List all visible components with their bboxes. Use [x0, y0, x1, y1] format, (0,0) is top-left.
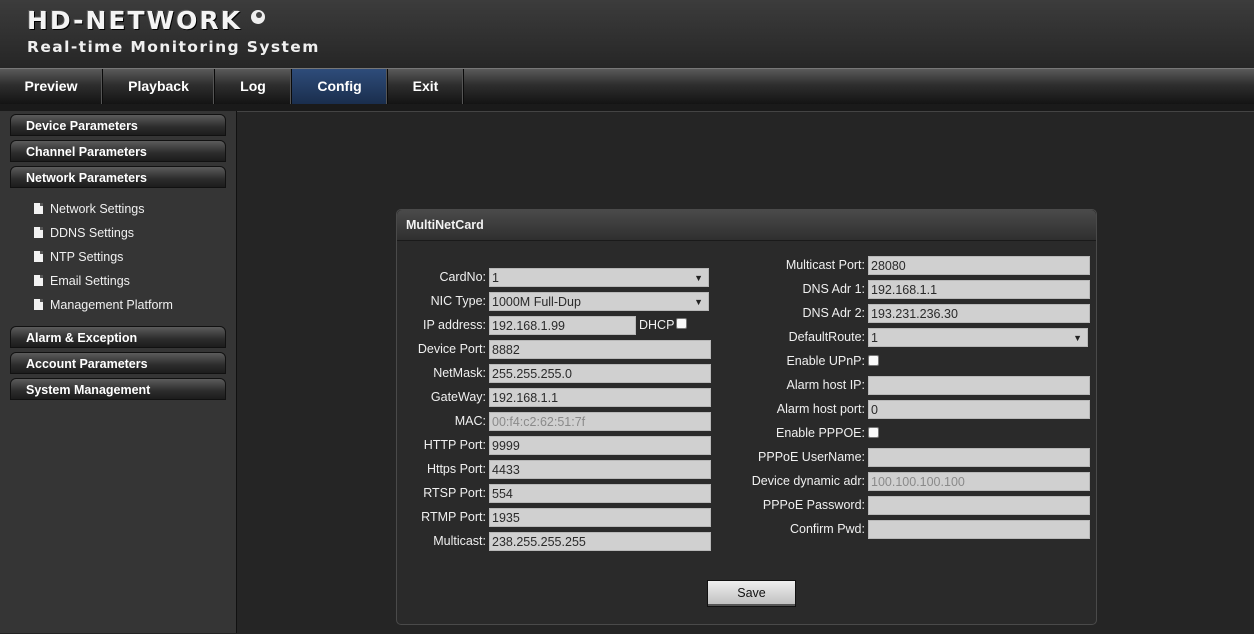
default-route-select[interactable]: 1	[868, 328, 1088, 347]
multicast-input[interactable]: 238.255.255.255	[489, 532, 711, 551]
pppoe-label: Enable PPPOE:	[776, 426, 865, 440]
alarm-host-ip-label: Alarm host IP:	[786, 378, 866, 392]
pppoe-password-label: PPPoE Password:	[762, 498, 865, 512]
sidebar-item-ddns-settings[interactable]: DDNS Settings	[34, 224, 134, 242]
app-subtitle: Real-time Monitoring System	[27, 38, 320, 56]
nav-exit[interactable]: Exit	[388, 69, 464, 104]
upnp-label: Enable UPnP:	[786, 354, 865, 368]
document-icon	[34, 251, 43, 262]
panel-title: MultiNetCard	[397, 210, 1096, 241]
cardno-select[interactable]: 1	[489, 268, 709, 287]
logo: HD-NETWORK	[27, 6, 243, 35]
mac-input: 00:f4:c2:62:51:7f	[489, 412, 711, 431]
rtmp-port-input[interactable]: 1935	[489, 508, 711, 527]
device-dynamic-adr-label: Device dynamic adr:	[751, 474, 865, 488]
sidebar-item-label: Management Platform	[50, 298, 173, 312]
nictype-label: NIC Type:	[430, 294, 486, 308]
multicast-port-input[interactable]: 28080	[868, 256, 1090, 275]
device-port-label: Device Port:	[417, 342, 486, 356]
alarm-host-port-label: Alarm host port:	[776, 402, 865, 416]
http-port-label: HTTP Port:	[423, 438, 486, 452]
nav-playback[interactable]: Playback	[103, 69, 215, 104]
sidebar-device-parameters[interactable]: Device Parameters	[10, 114, 226, 136]
multicast-port-label: Multicast Port:	[785, 258, 865, 272]
sidebar-item-email-settings[interactable]: Email Settings	[34, 272, 130, 290]
sidebar-network-parameters[interactable]: Network Parameters	[10, 166, 226, 188]
multicast-label: Multicast:	[433, 534, 486, 548]
pppoe-checkbox[interactable]	[868, 427, 879, 438]
mac-label: MAC:	[454, 414, 486, 428]
nav-config[interactable]: Config	[292, 69, 388, 104]
rtsp-port-label: RTSP Port:	[423, 486, 486, 500]
app-header: HD-NETWORK Real-time Monitoring System	[0, 0, 1254, 68]
sidebar-item-network-settings[interactable]: Network Settings	[34, 200, 144, 218]
document-icon	[34, 299, 43, 310]
gateway-input[interactable]: 192.168.1.1	[489, 388, 711, 407]
alarm-host-ip-input[interactable]	[868, 376, 1090, 395]
main-nav: Preview Playback Log Config Exit	[0, 68, 1254, 105]
save-button[interactable]: Save	[707, 580, 796, 607]
rtmp-port-label: RTMP Port:	[421, 510, 486, 524]
pppoe-username-input[interactable]	[868, 448, 1090, 467]
ip-address-label: IP address:	[422, 318, 486, 332]
dns2-label: DNS Adr 2:	[802, 306, 865, 320]
dns1-input[interactable]: 192.168.1.1	[868, 280, 1090, 299]
nav-preview[interactable]: Preview	[0, 69, 103, 104]
confirm-password-input[interactable]	[868, 520, 1090, 539]
document-icon	[34, 227, 43, 238]
default-route-label: DefaultRoute:	[788, 330, 865, 344]
globe-icon	[251, 10, 265, 24]
sidebar-item-management-platform[interactable]: Management Platform	[34, 296, 173, 314]
sidebar-account-parameters[interactable]: Account Parameters	[10, 352, 226, 374]
netmask-input[interactable]: 255.255.255.0	[489, 364, 711, 383]
document-icon	[34, 275, 43, 286]
pppoe-password-input[interactable]	[868, 496, 1090, 515]
nictype-select[interactable]: 1000M Full-Dup	[489, 292, 709, 311]
http-port-input[interactable]: 9999	[489, 436, 711, 455]
dns2-input[interactable]: 193.231.236.30	[868, 304, 1090, 323]
nav-log[interactable]: Log	[215, 69, 292, 104]
rtsp-port-input[interactable]: 554	[489, 484, 711, 503]
sidebar-item-label: NTP Settings	[50, 250, 124, 264]
upnp-checkbox[interactable]	[868, 355, 879, 366]
document-icon	[34, 203, 43, 214]
confirm-password-label: Confirm Pwd:	[789, 522, 865, 536]
gateway-label: GateWay:	[430, 390, 486, 404]
sidebar-item-label: Network Settings	[50, 202, 145, 216]
https-port-label: Https Port:	[426, 462, 486, 476]
sidebar-item-label: DDNS Settings	[50, 226, 135, 240]
ip-address-input[interactable]: 192.168.1.99	[489, 316, 636, 335]
dhcp-label: DHCP	[639, 318, 675, 332]
alarm-host-port-input[interactable]: 0	[868, 400, 1090, 419]
device-dynamic-adr-input: 100.100.100.100	[868, 472, 1090, 491]
nav-divider	[0, 104, 1254, 111]
sidebar-alarm-exception[interactable]: Alarm & Exception	[10, 326, 226, 348]
dhcp-checkbox[interactable]	[676, 318, 687, 329]
cardno-label: CardNo:	[439, 270, 486, 284]
pppoe-username-label: PPPoE UserName:	[758, 450, 865, 464]
sidebar-item-label: Email Settings	[50, 274, 130, 288]
https-port-input[interactable]: 4433	[489, 460, 711, 479]
sidebar-channel-parameters[interactable]: Channel Parameters	[10, 140, 226, 162]
dns1-label: DNS Adr 1:	[802, 282, 865, 296]
sidebar-system-management[interactable]: System Management	[10, 378, 226, 400]
device-port-input[interactable]: 8882	[489, 340, 711, 359]
netmask-label: NetMask:	[433, 366, 486, 380]
sidebar-item-ntp-settings[interactable]: NTP Settings	[34, 248, 123, 266]
